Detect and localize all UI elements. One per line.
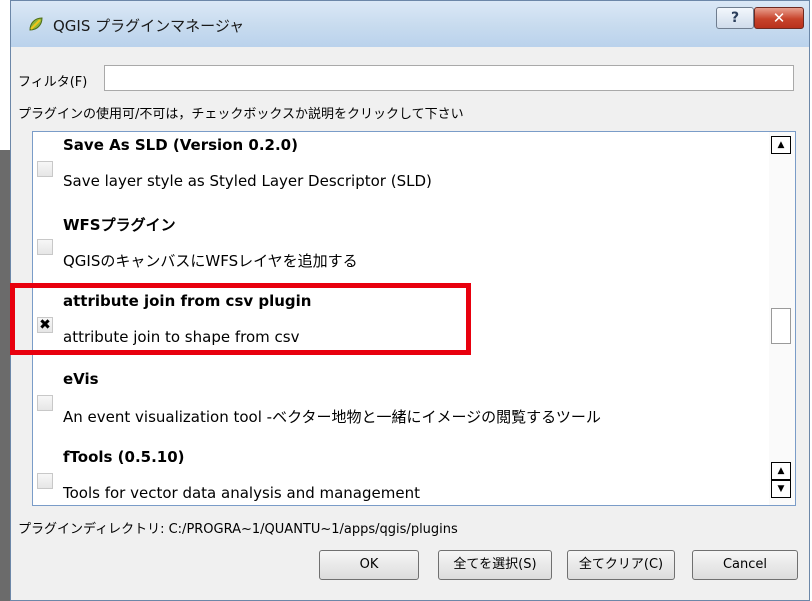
select-all-button[interactable]: 全てを選択(S)	[438, 550, 552, 580]
plugin-description: Save layer style as Styled Layer Descrip…	[63, 172, 432, 190]
plugin-item-ftools[interactable]: fTools (0.5.10) Tools for vector data an…	[33, 444, 767, 505]
plugin-name: eVis	[63, 370, 99, 388]
arrow-up-icon[interactable]: ▲	[771, 462, 791, 480]
help-button[interactable]: ?	[716, 7, 754, 29]
plugin-checkbox[interactable]	[37, 473, 53, 489]
filter-input[interactable]	[104, 65, 794, 91]
cancel-button[interactable]: Cancel	[692, 550, 798, 580]
ok-button[interactable]: OK	[319, 550, 419, 580]
instruction-text: プラグインの使用可/不可は，チェックボックスか説明をクリックして下さい	[18, 107, 464, 122]
scrollbar-thumb[interactable]	[771, 308, 791, 344]
plugin-description: An event visualization tool -ベクター地物と一緒にイ…	[63, 408, 601, 426]
plugin-checkbox[interactable]	[37, 161, 53, 177]
plugin-item-evis[interactable]: eVis An event visualization tool -ベクター地物…	[33, 366, 767, 444]
plugin-name: Save As SLD (Version 0.2.0)	[63, 136, 298, 154]
background-edge	[0, 150, 10, 601]
close-button[interactable]: ✕	[754, 7, 804, 29]
filter-label: フィルタ(F)	[18, 75, 88, 90]
plugin-directory-label: プラグインディレクトリ: C:/PROGRA~1/QUANTU~1/apps/q…	[18, 522, 458, 537]
clear-all-button[interactable]: 全てクリア(C)	[567, 550, 675, 580]
plugin-name: WFSプラグイン	[63, 216, 176, 234]
plugin-item-save-as-sld[interactable]: Save As SLD (Version 0.2.0) Save layer s…	[33, 132, 767, 210]
plugin-name: fTools (0.5.10)	[63, 448, 185, 466]
arrow-up-icon[interactable]: ▲	[771, 136, 791, 154]
arrow-down-icon[interactable]: ▼	[771, 480, 791, 498]
plugin-checkbox[interactable]	[37, 395, 53, 411]
plugin-description: Tools for vector data analysis and manag…	[63, 484, 420, 502]
plugin-item-wfs[interactable]: WFSプラグイン QGISのキャンバスにWFSレイヤを追加する	[33, 210, 767, 288]
window-title: QGIS プラグインマネージャ	[53, 17, 245, 35]
title-bar[interactable]: QGIS プラグインマネージャ ? ✕	[11, 1, 809, 47]
plugin-description: QGISのキャンバスにWFSレイヤを追加する	[63, 252, 358, 270]
highlight-box	[10, 283, 471, 355]
plugin-list-scrollbar[interactable]: ▲ ▲ ▼	[769, 132, 795, 505]
qgis-logo-icon	[29, 17, 43, 31]
plugin-checkbox[interactable]	[37, 239, 53, 255]
